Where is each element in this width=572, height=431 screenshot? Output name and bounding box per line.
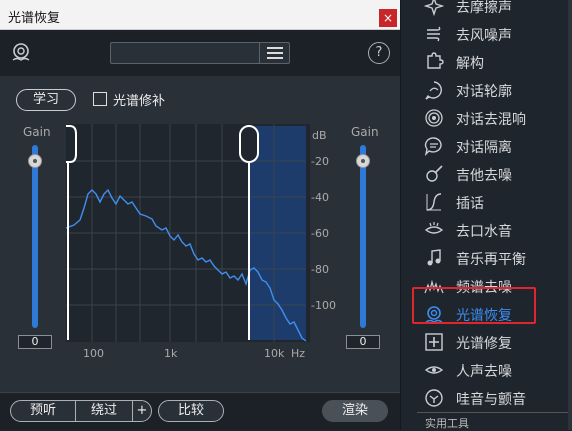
preset-menu-icon[interactable] (267, 47, 283, 59)
left-gain-label: Gain (23, 125, 51, 139)
preset-selector[interactable] (110, 42, 290, 64)
compare-button[interactable]: 比较 (158, 400, 224, 422)
module-item-label: 对话隔离 (456, 140, 512, 156)
speech-bubble-icon (424, 137, 442, 156)
module-item[interactable]: 对话隔离 (401, 132, 572, 160)
utilities-label: 实用工具 (425, 417, 469, 430)
module-item-label: 哇音与颤音 (456, 392, 526, 408)
module-item-label: 解构 (456, 56, 484, 72)
freq-tick-label: 100 (83, 347, 104, 360)
title-bar: 光谱恢复 × (0, 0, 400, 30)
wow-icon (425, 389, 443, 407)
wind-icon (427, 26, 441, 42)
bottom-bar: 预听 绕过 + 比较 渲染 (0, 392, 400, 430)
interpolate-icon (426, 193, 442, 211)
right-gain-slider[interactable] (360, 145, 366, 328)
close-button[interactable]: × (379, 9, 397, 27)
repair-icon (425, 333, 443, 351)
module-item-label: 光谱修复 (456, 336, 512, 352)
left-gain-value[interactable]: 0 (18, 335, 52, 349)
db-tick-label: -20 (311, 155, 329, 168)
utilities-section[interactable]: 实用工具 (417, 412, 572, 430)
module-item-label: 音乐再平衡 (456, 252, 526, 268)
module-item[interactable]: 插话 (401, 188, 572, 216)
preset-divider (259, 43, 260, 63)
module-item-label: 吉他去噪 (456, 168, 512, 184)
selection-highlight (412, 287, 536, 324)
db-tick-label: -100 (311, 299, 336, 312)
module-item[interactable]: 去风噪声 (401, 20, 572, 48)
right-gain-knob[interactable] (356, 154, 370, 168)
module-item[interactable]: 音乐再平衡 (401, 244, 572, 272)
module-item[interactable]: 人声去噪 (401, 356, 572, 384)
db-tick-label: -60 (311, 227, 329, 240)
module-item-label: 人声去噪 (456, 364, 512, 380)
db-unit-label: dB (312, 129, 327, 142)
puzzle-icon (427, 52, 444, 69)
music-note-icon (427, 249, 441, 266)
module-item-label: 对话轮廓 (456, 84, 512, 100)
high-boundary-handle[interactable] (239, 125, 259, 163)
help-button[interactable]: ? (368, 42, 390, 64)
vertical-scrollbar[interactable] (568, 0, 572, 430)
spectral-patch-label: 光谱修补 (113, 94, 166, 109)
module-item-label: 插话 (456, 196, 484, 212)
learn-button[interactable]: 学习 (16, 89, 76, 111)
freq-tick-label: 1k (164, 347, 178, 360)
module-item[interactable]: 对话去混响 (401, 104, 572, 132)
module-item-label: 去口水音 (456, 224, 512, 240)
module-item[interactable]: 哇音与颤音 (401, 384, 572, 412)
spectrum-graph[interactable] (66, 124, 310, 342)
bypass-button[interactable]: 绕过 (75, 400, 133, 422)
module-item[interactable]: 吉他去噪 (401, 160, 572, 188)
window-title: 光谱恢复 (8, 11, 61, 26)
right-gain-value[interactable]: 0 (346, 335, 380, 349)
sparkle-icon (424, 0, 444, 16)
module-item-label: 去风噪声 (456, 28, 512, 44)
db-tick-label: -80 (311, 263, 329, 276)
db-tick-label: -40 (311, 191, 329, 204)
freq-tick-label: 10k (264, 347, 285, 360)
voice-icon (424, 366, 444, 374)
reverb-icon (425, 109, 443, 127)
add-bypass-button[interactable]: + (132, 400, 152, 422)
left-gain-slider[interactable] (32, 145, 38, 328)
module-item[interactable]: 对话轮廓 (401, 76, 572, 104)
module-item[interactable]: 去摩擦声 (401, 0, 572, 20)
left-gain-knob[interactable] (28, 154, 42, 168)
module-item[interactable]: 解构 (401, 48, 572, 76)
module-toolbar: ? (0, 30, 400, 76)
spectral-recovery-window: 光谱恢复 × ? 学习 光谱修补 Gain 0 Gain 0 dB -20 -4… (0, 0, 400, 430)
mouth-icon (424, 222, 444, 234)
spectral-patch-checkbox[interactable] (93, 92, 107, 106)
right-gain-label: Gain (351, 125, 379, 139)
module-list-panel: 去摩擦声 去风噪声 解构 对话轮廓 对话去混响 对话隔离 吉他去噪 插话 去口水音 音乐再平衡 频谱… (400, 0, 572, 430)
module-item[interactable]: 光谱修复 (401, 328, 572, 356)
dialogue-contour-icon (425, 81, 442, 100)
preview-button[interactable]: 预听 (10, 400, 76, 422)
low-boundary-handle[interactable] (66, 125, 77, 163)
render-button[interactable]: 渲染 (322, 400, 388, 422)
guitar-icon (426, 165, 443, 182)
lifebuoy-icon (12, 43, 30, 61)
module-item-label: 去摩擦声 (456, 0, 512, 16)
module-item[interactable]: 去口水音 (401, 216, 572, 244)
module-item-label: 对话去混响 (456, 112, 526, 128)
freq-unit-label: Hz (291, 347, 306, 360)
